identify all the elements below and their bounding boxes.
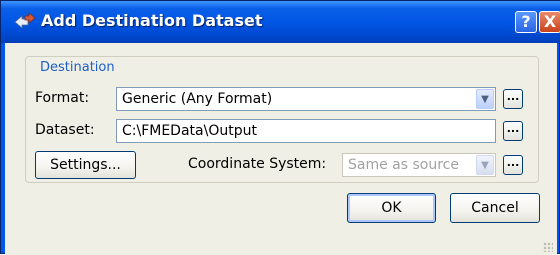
close-button[interactable]: X — [539, 11, 560, 33]
dialog-window: Add Destination Dataset ? X Destination … — [0, 0, 560, 255]
format-dropdown[interactable]: Generic (Any Format) ▼ — [116, 87, 496, 111]
help-button[interactable]: ? — [515, 11, 537, 33]
dataset-browse-button[interactable]: ... — [503, 121, 523, 141]
dialog-body: Destination Format: Generic (Any Format)… — [5, 43, 557, 255]
ok-button[interactable]: OK — [347, 193, 436, 223]
format-browse-button[interactable]: ... — [503, 89, 523, 109]
resize-grip-icon[interactable] — [543, 242, 553, 252]
fme-arrows-icon — [14, 12, 36, 29]
coordinate-system-value: Same as source — [348, 157, 459, 173]
chevron-down-icon[interactable]: ▼ — [476, 89, 494, 109]
dataset-input[interactable]: C:\FMEData\Output — [116, 119, 496, 143]
settings-button[interactable]: Settings... — [35, 151, 136, 179]
coordinate-system-dropdown[interactable]: Same as source ▼ — [342, 153, 496, 177]
dataset-label: Dataset: — [35, 122, 95, 138]
destination-group: Destination Format: Generic (Any Format)… — [25, 56, 539, 183]
window-title: Add Destination Dataset — [41, 11, 263, 30]
chevron-down-icon[interactable]: ▼ — [476, 155, 494, 175]
coordinate-system-browse-button[interactable]: ... — [503, 155, 523, 175]
title-bar[interactable]: Add Destination Dataset ? X — [1, 1, 560, 43]
coordinate-system-label: Coordinate System: — [188, 156, 327, 172]
cancel-button[interactable]: Cancel — [450, 193, 540, 223]
format-value: Generic (Any Format) — [122, 91, 273, 107]
format-label: Format: — [35, 90, 90, 106]
destination-legend: Destination — [38, 60, 117, 75]
